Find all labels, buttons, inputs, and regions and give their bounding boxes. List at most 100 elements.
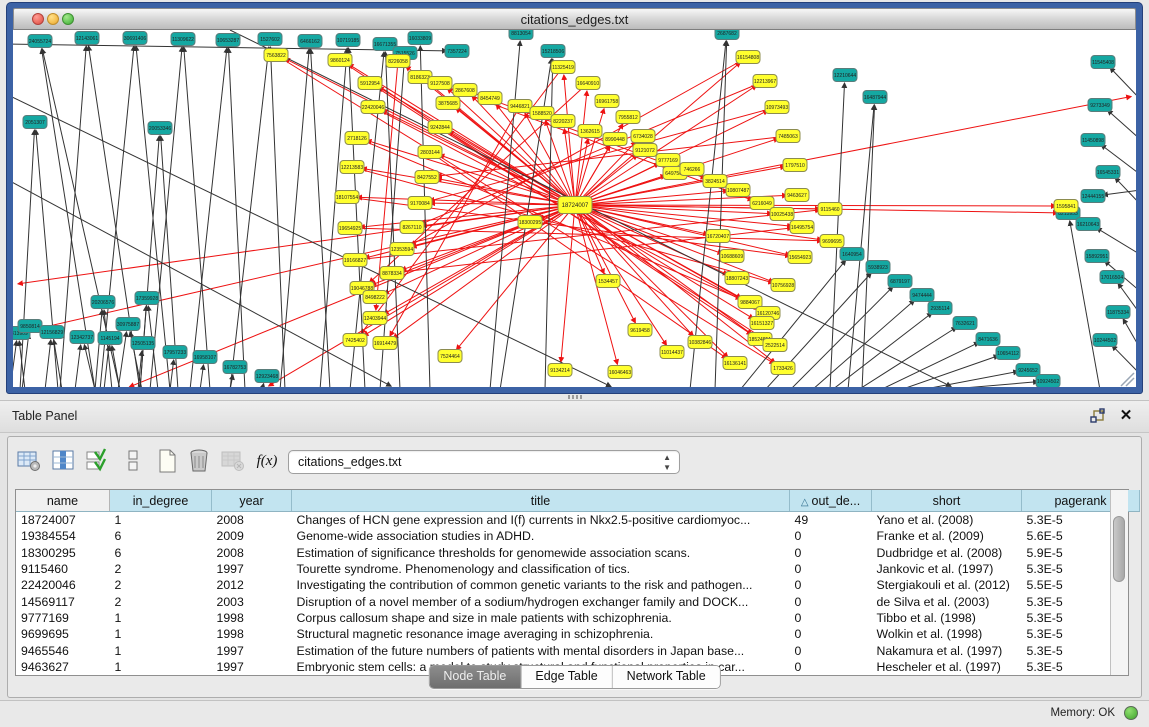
network-canvas[interactable]: 2405572412143061306914061130962210653287…: [13, 30, 1136, 387]
node-9860124[interactable]: 9860124: [328, 54, 352, 67]
node-9245652[interactable]: 9245652: [1016, 364, 1040, 377]
node-5912954[interactable]: 5912954: [358, 77, 382, 90]
node-8498222[interactable]: 8498222: [363, 291, 387, 304]
node-18807243[interactable]: 18807243: [725, 272, 749, 285]
column-header-short[interactable]: short: [872, 490, 1022, 512]
node-2867608[interactable]: 2867608: [453, 84, 477, 97]
node-10654112[interactable]: 10654112: [996, 347, 1020, 360]
node-9127508[interactable]: 9127508: [428, 77, 452, 90]
node-9446821[interactable]: 9446821: [508, 100, 532, 113]
node-18724007[interactable]: 18724007: [558, 197, 592, 214]
close-panel-button[interactable]: ✕: [1117, 406, 1135, 426]
node-8226058[interactable]: 8226058: [386, 55, 410, 68]
node-10973493[interactable]: 10973493: [765, 101, 789, 114]
node-11875334[interactable]: 11875334: [1106, 306, 1130, 319]
table-row[interactable]: 1872400712008Changes of HCN gene express…: [16, 512, 1140, 529]
node-24055724[interactable]: 24055724: [28, 35, 52, 48]
node-8267110[interactable]: 8267110: [400, 221, 424, 234]
column-header-year[interactable]: year: [212, 490, 292, 512]
table-row[interactable]: 969969511998Structural magnetic resonanc…: [16, 626, 1140, 642]
delete-column-button[interactable]: [186, 448, 212, 474]
column-header-in_degree[interactable]: in_degree: [110, 490, 212, 512]
float-panel-button[interactable]: [1089, 408, 1107, 426]
row-selection-mode-button[interactable]: [84, 448, 110, 474]
node-20053346[interactable]: 20053346: [148, 122, 172, 135]
node-7524464[interactable]: 7524464: [438, 350, 462, 363]
node-9170084[interactable]: 9170084: [408, 197, 432, 210]
node-9850814[interactable]: 9850814: [18, 320, 42, 333]
column-header-name[interactable]: name: [16, 490, 110, 512]
node-1595841[interactable]: 1595841: [1054, 200, 1078, 213]
node-16720407[interactable]: 16720407: [706, 230, 730, 243]
node-7632621[interactable]: 7632621: [953, 317, 977, 330]
node-16136141[interactable]: 16136141: [723, 357, 747, 370]
node-30975887[interactable]: 30975887: [116, 318, 140, 331]
node-16782753[interactable]: 16782753: [223, 361, 247, 374]
node-19166827[interactable]: 19166827: [343, 254, 367, 267]
node-20206576[interactable]: 20206576: [91, 296, 115, 309]
node-1797510[interactable]: 1797510: [783, 159, 807, 172]
node-8220237[interactable]: 8220237: [551, 115, 575, 128]
resize-grip-icon[interactable]: [1121, 373, 1134, 386]
node-11309622[interactable]: 11309622: [171, 33, 195, 46]
function-builder-button[interactable]: f(x): [254, 448, 280, 474]
create-column-button[interactable]: [154, 448, 180, 474]
table-row[interactable]: 1938455462009Genome-wide association stu…: [16, 528, 1140, 544]
table-row[interactable]: 946554611997Estimation of the future num…: [16, 642, 1140, 658]
node-10688609[interactable]: 10688609: [720, 250, 744, 263]
table-row[interactable]: 1456911722003Disruption of a novel membe…: [16, 593, 1140, 609]
node-3824514[interactable]: 3824514: [703, 175, 727, 188]
node-3875685[interactable]: 3875685: [436, 97, 460, 110]
splitter-handle-icon[interactable]: [568, 395, 584, 399]
node-8471636[interactable]: 8471636: [976, 333, 1000, 346]
node-16545331[interactable]: 16545331: [1096, 166, 1120, 179]
table-row[interactable]: 2242004622012Investigating the contribut…: [16, 577, 1140, 593]
node-17957233[interactable]: 17957233: [163, 346, 187, 359]
tab-node-table[interactable]: Node Table: [429, 666, 521, 688]
node-10719185[interactable]: 10719185: [336, 34, 360, 47]
table-row[interactable]: 977716911998Corpus callosum shape and si…: [16, 610, 1140, 626]
node-1733426[interactable]: 1733426: [771, 362, 795, 375]
node-2718126[interactable]: 2718126: [345, 132, 369, 145]
node-9115460[interactable]: 9115460: [818, 203, 842, 216]
node-9777169[interactable]: 9777169: [656, 154, 680, 167]
node-12444155[interactable]: 12444155: [1081, 190, 1105, 203]
node-8878334[interactable]: 8878334: [380, 267, 404, 280]
node-22420046[interactable]: 22420046: [361, 101, 385, 114]
node-1527602[interactable]: 1527602: [258, 33, 282, 46]
node-11325419[interactable]: 11325419: [551, 61, 575, 74]
network-window-titlebar[interactable]: citations_edges.txt: [13, 8, 1136, 30]
node-10653287[interactable]: 10653287: [216, 34, 240, 47]
node-7563822[interactable]: 7563822: [264, 49, 288, 62]
tab-network-table[interactable]: Network Table: [613, 666, 720, 688]
node-30691406[interactable]: 30691406: [123, 32, 147, 45]
table-settings-button[interactable]: [16, 448, 42, 474]
node-16151327[interactable]: 16151327: [750, 317, 774, 330]
node-8427552[interactable]: 8427552: [415, 171, 439, 184]
node-10807487[interactable]: 10807487: [726, 184, 750, 197]
node-12353594[interactable]: 12353594: [390, 243, 414, 256]
network-table-selector[interactable]: citations_edges.txt ▲▼: [288, 450, 680, 474]
node-16046463[interactable]: 16046463: [608, 366, 632, 379]
node-6216049[interactable]: 6216049: [750, 197, 774, 210]
node-16487944[interactable]: 16487944: [863, 91, 887, 104]
node-9463627[interactable]: 9463627: [785, 189, 809, 202]
column-header-out_de[interactable]: △out_de...: [790, 490, 872, 512]
node-15892951[interactable]: 15892951: [1085, 250, 1109, 263]
node-5938923[interactable]: 5938923: [866, 261, 890, 274]
scrollbar-thumb[interactable]: [1113, 516, 1125, 582]
node-9273349[interactable]: 9273349: [1088, 99, 1112, 112]
node-8454749[interactable]: 8454749: [478, 92, 502, 105]
node-9619458[interactable]: 9619458: [628, 324, 652, 337]
table-row[interactable]: 911546021997Tourette syndrome. Phenomeno…: [16, 561, 1140, 577]
table-mode-button[interactable]: [120, 448, 146, 474]
node-16961758[interactable]: 16961758: [595, 95, 619, 108]
node-10924502[interactable]: 10924502: [1036, 375, 1060, 388]
node-12210644[interactable]: 12210644: [833, 69, 857, 82]
node-11545408[interactable]: 11545408: [1091, 56, 1115, 69]
node-15654923[interactable]: 15654923: [788, 251, 812, 264]
node-11014437[interactable]: 11014437: [660, 346, 684, 359]
node-6879197[interactable]: 6879197: [888, 275, 912, 288]
node-16958107[interactable]: 16958107: [193, 351, 217, 364]
node-11450898[interactable]: 11450898: [1081, 134, 1105, 147]
